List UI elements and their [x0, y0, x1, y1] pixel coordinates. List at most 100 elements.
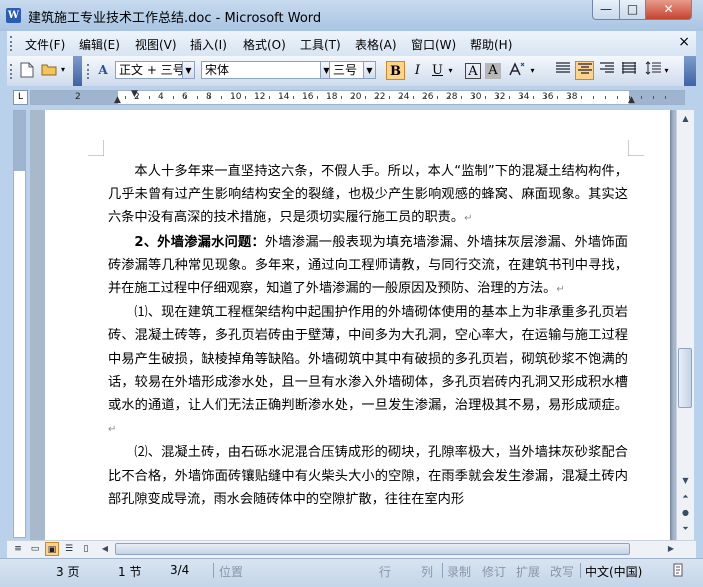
distributed-align-icon[interactable]: [619, 61, 638, 80]
underline-button[interactable]: U: [428, 61, 447, 80]
styles-pane-icon[interactable]: A: [95, 62, 111, 78]
ruler-number: 20: [350, 92, 362, 102]
scroll-right-icon[interactable]: ▶: [663, 541, 679, 557]
status-extend[interactable]: 扩展: [516, 563, 540, 580]
chevron-down-icon[interactable]: ▼: [183, 61, 195, 79]
word-app-icon[interactable]: W: [6, 8, 21, 23]
chevron-down-icon[interactable]: ▾: [528, 61, 537, 80]
menu-format[interactable]: 格式(O): [243, 36, 286, 53]
title-bar: W 建筑施工专业技术工作总结.doc - Microsoft Word — □ …: [0, 0, 703, 31]
toolbar-grip-icon[interactable]: [87, 64, 92, 79]
toolbar-chevron-icon[interactable]: [684, 56, 696, 86]
menu-grip-icon[interactable]: [10, 36, 15, 51]
ruler-tick: [209, 96, 210, 99]
close-button[interactable]: ✕: [645, 0, 692, 20]
document-page[interactable]: 本人十多年来一直坚持这六条，不假人手。所以，本人“监制”下的混凝土结构构件，几乎…: [45, 110, 670, 540]
next-page-icon[interactable]: ⏷: [677, 520, 694, 537]
menu-table[interactable]: 表格(A): [355, 36, 397, 53]
text-boundary-corner-icon: [88, 140, 104, 156]
ruler-tick: [653, 96, 654, 99]
ruler-tick: [305, 96, 306, 99]
new-document-icon[interactable]: [19, 62, 35, 78]
paragraph[interactable]: ⑴、现在建筑工程框架结构中起围护作用的外墙砌体使用的基本上为非承重多孔页岩砖、混…: [108, 301, 628, 441]
print-layout-view-icon[interactable]: ▣: [45, 542, 59, 556]
char-border-button[interactable]: A: [465, 63, 481, 79]
status-overtype[interactable]: 改写: [550, 563, 574, 580]
align-center-icon[interactable]: [575, 61, 594, 80]
document-close-icon[interactable]: ×: [678, 34, 690, 50]
align-justify-icon[interactable]: [553, 61, 572, 80]
outline-view-icon[interactable]: ☰: [62, 542, 76, 556]
paragraph-text: 本人十多年来一直坚持这六条，不假人手。所以，本人“监制”下的混凝土结构构件，几乎…: [108, 164, 628, 226]
paragraph[interactable]: ⑵、混凝土砖，由石砾水泥混合压铸成形的砌块，孔隙率极大，当外墙抹灰砂浆配合比不合…: [108, 441, 628, 511]
ruler-tick: [125, 96, 126, 99]
chevron-down-icon[interactable]: ▼: [364, 61, 376, 79]
vertical-scroll-thumb[interactable]: [678, 348, 692, 408]
status-column: 列: [421, 565, 434, 579]
text-boundary-corner-icon: [628, 140, 644, 156]
ruler-tick: [293, 96, 294, 99]
paragraph[interactable]: 本人十多年来一直坚持这六条，不假人手。所以，本人“监制”下的混凝土结构构件，几乎…: [108, 160, 628, 231]
normal-view-icon[interactable]: ≡: [11, 542, 25, 556]
ruler-tick: [257, 96, 258, 99]
vertical-scrollbar[interactable]: ▲ ▼ ⏶ ● ⏷: [676, 110, 694, 540]
ruler-tick: [401, 96, 402, 99]
chevron-down-icon[interactable]: ▾: [662, 61, 671, 80]
style-combo[interactable]: 正文 + 三号: [115, 61, 183, 79]
ruler-tick: [437, 96, 438, 99]
spelling-status-icon[interactable]: [672, 563, 686, 580]
menu-file[interactable]: 文件(F): [25, 36, 65, 53]
reading-view-icon[interactable]: ▯: [79, 542, 93, 556]
align-right-icon[interactable]: [597, 61, 616, 80]
status-line: 行: [379, 565, 392, 579]
paragraph-text: ⑴、现在建筑工程框架结构中起围护作用的外墙砌体使用的基本上为非承重多孔页岩砖、混…: [108, 305, 628, 414]
vertical-ruler[interactable]: [13, 110, 26, 538]
web-layout-view-icon[interactable]: ▭: [28, 542, 42, 556]
menu-edit[interactable]: 编辑(E): [79, 36, 120, 53]
tab-stop-selector[interactable]: L: [13, 90, 28, 105]
formatting-toolbar: ▾ A 正文 + 三号 ▼ 宋体 ▼ 三号 ▼ B I U ▾ A A ▾ ▾: [7, 56, 696, 87]
ruler-tick: [377, 96, 378, 99]
scroll-down-icon[interactable]: ▼: [677, 472, 694, 489]
status-track-changes[interactable]: 修订: [482, 563, 506, 580]
horizontal-scroll-thumb[interactable]: [115, 543, 630, 555]
menu-window[interactable]: 窗口(W): [411, 36, 456, 53]
paragraph-mark-icon: ↵: [464, 213, 473, 225]
char-shading-button[interactable]: A: [485, 63, 501, 79]
open-folder-icon[interactable]: [41, 62, 57, 78]
bold-button[interactable]: B: [386, 61, 405, 80]
status-section: 1 节: [118, 565, 142, 579]
scroll-left-icon[interactable]: ◀: [97, 541, 113, 557]
font-combo[interactable]: 宋体: [201, 61, 321, 79]
minimize-button[interactable]: —: [592, 0, 620, 20]
toolbar-grip-icon[interactable]: [10, 64, 15, 79]
italic-button[interactable]: I: [408, 61, 427, 80]
ruler-tick: [509, 96, 510, 99]
ruler-tick: [413, 96, 414, 99]
status-record[interactable]: 录制: [447, 563, 471, 580]
menu-insert[interactable]: 插入(I): [190, 36, 227, 53]
ruler-number: 34: [518, 92, 530, 102]
maximize-button[interactable]: □: [619, 0, 646, 20]
menu-view[interactable]: 视图(V): [135, 36, 177, 53]
font-size-combo[interactable]: 三号: [329, 61, 364, 79]
document-area[interactable]: 本人十多年来一直坚持这六条，不假人手。所以，本人“监制”下的混凝土结构构件，几乎…: [30, 110, 676, 540]
document-body[interactable]: 本人十多年来一直坚持这六条，不假人手。所以，本人“监制”下的混凝土结构构件，几乎…: [108, 160, 628, 511]
text-effect-icon[interactable]: [507, 61, 527, 80]
status-language[interactable]: 中文(中国): [585, 563, 642, 580]
scroll-up-icon[interactable]: ▲: [677, 110, 694, 127]
menu-tools[interactable]: 工具(T): [300, 36, 341, 53]
select-browse-object-icon[interactable]: ●: [677, 504, 694, 521]
toolbar-chevron-icon[interactable]: [73, 56, 82, 86]
paragraph[interactable]: 2、外墙渗漏水问题：外墙渗漏一般表现为填充墙渗漏、外墙抹灰层渗漏、外墙饰面砖渗漏…: [108, 231, 628, 302]
hanging-indent-marker[interactable]: ▲: [113, 96, 122, 110]
toolbar-options-icon[interactable]: ▾: [59, 62, 67, 78]
horizontal-scroll-row: ≡ ▭ ▣ ☰ ▯ ◀ ▶: [7, 540, 696, 558]
chevron-down-icon[interactable]: ▾: [446, 61, 455, 80]
menu-help[interactable]: 帮助(H): [470, 36, 512, 53]
previous-page-icon[interactable]: ⏶: [677, 488, 694, 505]
horizontal-ruler[interactable]: ▼ ▲ ▲ 2246810121416182022242628303234363…: [30, 90, 685, 105]
ruler-tick: [281, 96, 282, 99]
ruler-number: 38: [566, 92, 578, 102]
line-spacing-icon[interactable]: [643, 61, 662, 80]
